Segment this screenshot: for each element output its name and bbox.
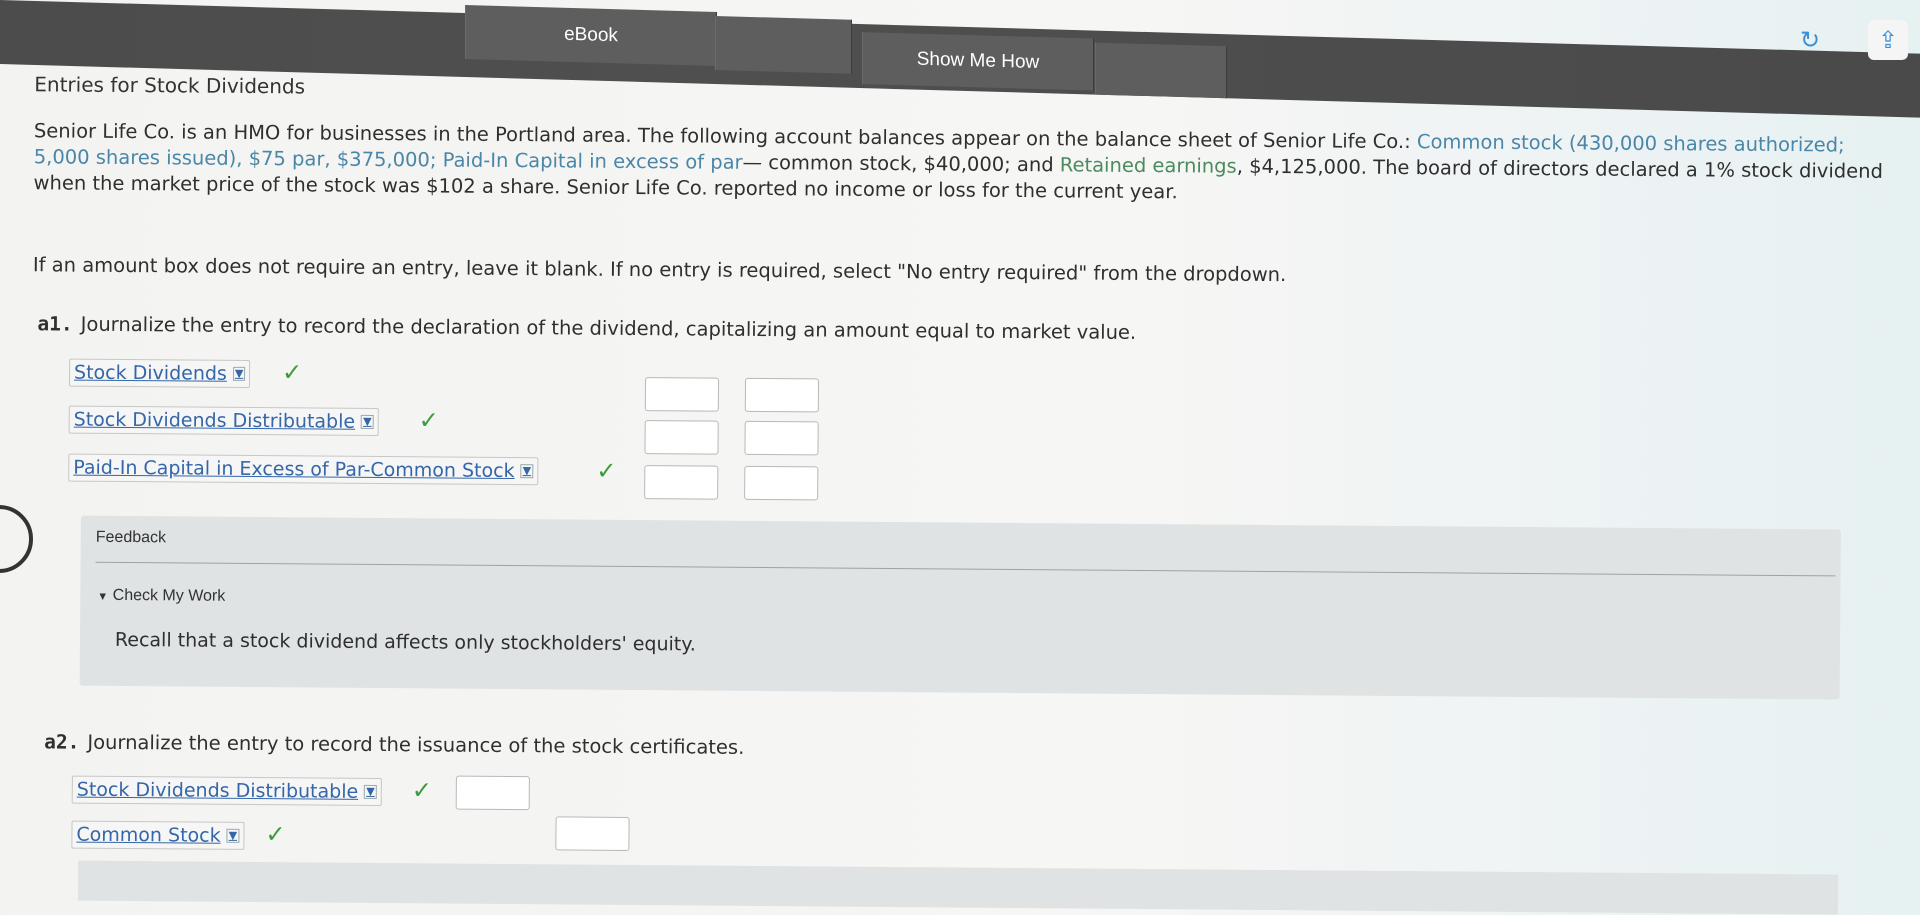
next-panel	[77, 860, 1839, 915]
account-dropdown-a1-3[interactable]: Paid-In Capital in Excess of Par-Common …	[68, 453, 539, 486]
feedback-label: Feedback	[95, 528, 167, 547]
debit-input-a1-1[interactable]	[644, 377, 720, 412]
account-dropdown-a2-2[interactable]: Common Stock ▼	[71, 820, 245, 850]
check-icon: ✓	[418, 406, 439, 435]
check-icon: ✓	[265, 820, 286, 849]
debit-input-a1-3[interactable]	[644, 465, 719, 500]
problem-description: Senior Life Co. is an HMO for businesses…	[33, 119, 1884, 204]
check-my-work-toggle[interactable]: ▼ Check My Work	[97, 587, 225, 606]
credit-input-a1-2[interactable]	[744, 420, 819, 456]
question-a1: a1. Journalize the entry to record the de…	[37, 312, 1137, 344]
instructions-text: If an amount box does not require an ent…	[32, 253, 1287, 287]
feedback-panel	[79, 515, 1841, 700]
credit-input-a2-2[interactable]	[555, 816, 630, 851]
account-dropdown-a1-1[interactable]: Stock Dividends ▼	[68, 358, 251, 388]
credit-input-a1-3[interactable]	[744, 465, 819, 501]
chevron-down-icon: ▼	[520, 464, 534, 479]
account-dropdown-a2-1[interactable]: Stock Dividends Distributable ▼	[71, 775, 382, 807]
problem-content: Entries for Stock Dividends Senior Life …	[0, 0, 1920, 915]
problem-title: Entries for Stock Dividends	[34, 72, 306, 99]
triangle-down-icon: ▼	[97, 590, 109, 603]
feedback-text: Recall that a stock dividend affects onl…	[114, 628, 696, 656]
chevron-down-icon: ▼	[226, 828, 240, 843]
account-dropdown-a1-2[interactable]: Stock Dividends Distributable ▼	[68, 405, 379, 436]
chevron-down-icon: ▼	[361, 414, 374, 429]
debit-input-a1-2[interactable]	[644, 420, 719, 455]
credit-input-a1-1[interactable]	[744, 377, 820, 413]
check-icon: ✓	[411, 776, 433, 805]
check-icon: ✓	[596, 456, 617, 485]
chevron-down-icon: ▼	[232, 366, 246, 381]
debit-input-a2-1[interactable]	[455, 775, 530, 811]
check-icon: ✓	[281, 358, 303, 387]
question-a2: a2. Journalize the entry to record the is…	[44, 730, 745, 759]
chevron-down-icon: ▼	[364, 784, 377, 799]
